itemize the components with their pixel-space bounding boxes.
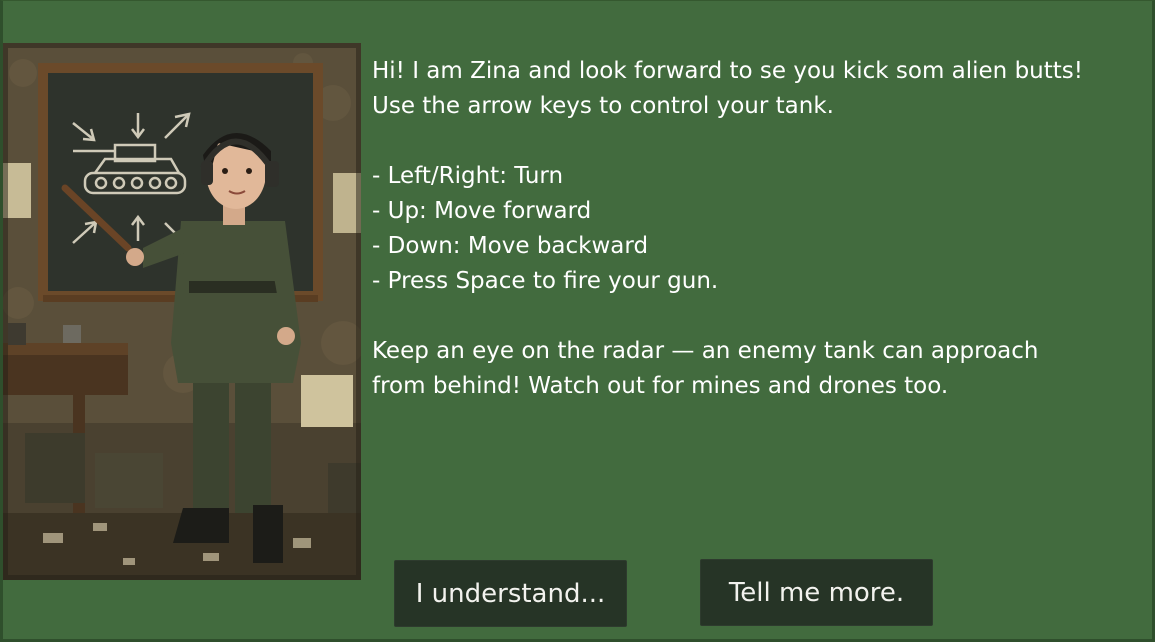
i-understand-button[interactable]: I understand... bbox=[394, 560, 627, 627]
dialog-line-forward: - Up: Move forward bbox=[372, 198, 592, 224]
dialog-line-controls-intro: Use the arrow keys to control your tank. bbox=[372, 93, 834, 119]
dialog-line-blank bbox=[372, 124, 1142, 159]
dialog-line-greeting: Hi! I am Zina and look forward to se you… bbox=[372, 58, 1083, 84]
dialog-line-mines-warning: from behind! Watch out for mines and dro… bbox=[372, 373, 949, 399]
dialog-line-fire: - Press Space to fire your gun. bbox=[372, 268, 719, 294]
dialog-line-blank bbox=[372, 299, 1142, 334]
dialog-line-turn: - Left/Right: Turn bbox=[372, 163, 564, 189]
dialog-text: Hi! I am Zina and look forward to se you… bbox=[372, 54, 1142, 404]
character-portrait bbox=[3, 43, 361, 580]
tell-me-more-button[interactable]: Tell me more. bbox=[700, 559, 933, 626]
dialog-line-radar-warning: Keep an eye on the radar — an enemy tank… bbox=[372, 338, 1039, 364]
dialog-line-backward: - Down: Move backward bbox=[372, 233, 649, 259]
